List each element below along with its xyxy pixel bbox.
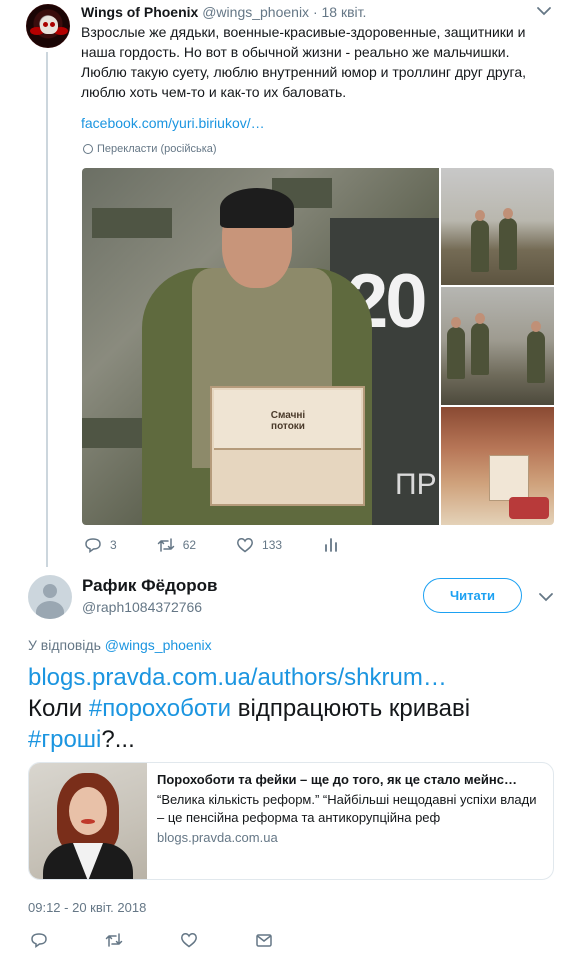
poster-letters: ПР — [395, 468, 437, 501]
tweet-link[interactable]: blogs.pravda.com.ua/authors/shkrum… — [28, 664, 447, 691]
eye-left — [43, 22, 48, 27]
default-avatar-head — [43, 584, 57, 598]
portrait-lips — [81, 819, 95, 824]
author-name[interactable]: Wings of Phoenix — [81, 4, 198, 20]
message-icon[interactable] — [255, 931, 273, 949]
person-figure — [471, 313, 489, 375]
hashtag-link[interactable]: #порохоботи — [89, 695, 231, 722]
soldier-beanie — [220, 188, 294, 228]
chevron-down-icon[interactable] — [537, 590, 555, 604]
reply-context: У відповідь @wings_phoenix — [28, 637, 212, 653]
tweet-link[interactable]: facebook.com/yuri.biriukov/… — [81, 115, 265, 131]
camo-patch — [82, 418, 142, 448]
tweet-text: blogs.pravda.com.ua/authors/shkrum… Коли… — [28, 662, 568, 755]
translate-label: Перекласти (російська) — [97, 143, 217, 155]
analytics-icon — [325, 538, 337, 552]
tweet-date[interactable]: 18 квіт. — [322, 4, 367, 20]
globe-icon — [83, 144, 93, 154]
link-preview-card[interactable]: Порохоботи та фейки – ще до того, як це … — [28, 762, 554, 880]
media-photo-4[interactable] — [441, 407, 554, 525]
red-jars — [509, 497, 549, 519]
tweet-actions: 3 62 133 — [84, 536, 380, 554]
reply-icon — [85, 538, 101, 553]
parent-tweet[interactable]: Wings of Phoenix @wings_phoenix · 18 кві… — [0, 0, 583, 567]
reply-icon[interactable] — [30, 931, 48, 949]
portrait-face — [69, 787, 107, 835]
person-figure — [499, 208, 517, 270]
focused-tweet: Рафик Фёдоров @raph1084372766 Читати У в… — [0, 564, 583, 960]
separator: · — [312, 4, 318, 20]
heart-icon[interactable] — [180, 931, 198, 949]
retweet-count: 62 — [182, 538, 197, 552]
person-figure — [471, 210, 489, 272]
text-fragment: Коли — [28, 695, 89, 722]
author-handle[interactable]: @wings_phoenix — [202, 4, 309, 20]
retweet-button[interactable]: 62 — [157, 536, 196, 554]
avatar[interactable] — [28, 575, 72, 619]
thread-connector-line — [46, 52, 48, 567]
text-fragment: ?... — [101, 726, 135, 753]
default-avatar-body — [36, 601, 64, 619]
retweet-icon[interactable] — [105, 931, 123, 949]
reply-mention-link[interactable]: @wings_phoenix — [105, 637, 212, 653]
reply-prefix: У відповідь — [28, 637, 105, 653]
follow-button[interactable]: Читати — [423, 578, 522, 613]
tweet-text: Взрослые же дядьки, военные-красивые-здо… — [81, 24, 526, 100]
text-fragment: відпрацюють криваві — [231, 695, 471, 722]
retweet-icon — [157, 538, 174, 552]
tweet-actions — [30, 931, 330, 949]
tweet-header: Wings of Phoenix @wings_phoenix · 18 кві… — [81, 3, 366, 21]
person-figure — [447, 317, 465, 379]
reply-count: 3 — [110, 538, 117, 552]
author-handle[interactable]: @raph1084372766 — [82, 599, 202, 615]
like-button[interactable]: 133 — [236, 536, 282, 554]
person-figure — [527, 321, 545, 383]
tweet-timestamp[interactable]: 09:12 - 20 квіт. 2018 — [28, 900, 146, 915]
gift-box-small — [489, 455, 529, 501]
card-body: Порохоботи та фейки – ще до того, як це … — [157, 771, 545, 845]
author-name[interactable]: Рафик Фёдоров — [82, 576, 218, 596]
box-brand-logo: Смачні потоки — [270, 410, 306, 432]
hashtag-link[interactable]: #гроші — [28, 726, 101, 753]
media-grid[interactable]: 20 ПР Смачні потоки — [82, 168, 554, 525]
analytics-button[interactable] — [322, 536, 340, 554]
media-photo-2[interactable] — [441, 168, 554, 285]
avatar[interactable] — [26, 4, 70, 48]
media-photo-3[interactable] — [441, 287, 554, 405]
card-thumbnail — [29, 763, 147, 879]
heart-icon — [237, 538, 253, 553]
camo-patch — [92, 208, 172, 238]
card-description: “Велика кількість реформ.” “Найбільші не… — [157, 792, 537, 825]
eye-right — [50, 22, 55, 27]
chevron-down-icon[interactable] — [535, 4, 553, 18]
translate-button[interactable]: Перекласти (російська) — [83, 143, 217, 155]
card-title: Порохоботи та фейки – ще до того, як це … — [157, 772, 517, 787]
media-photo-main[interactable]: 20 ПР Смачні потоки — [82, 168, 439, 525]
like-count: 133 — [262, 538, 283, 552]
reply-button[interactable]: 3 — [84, 536, 117, 554]
card-domain: blogs.pravda.com.ua — [157, 830, 278, 845]
